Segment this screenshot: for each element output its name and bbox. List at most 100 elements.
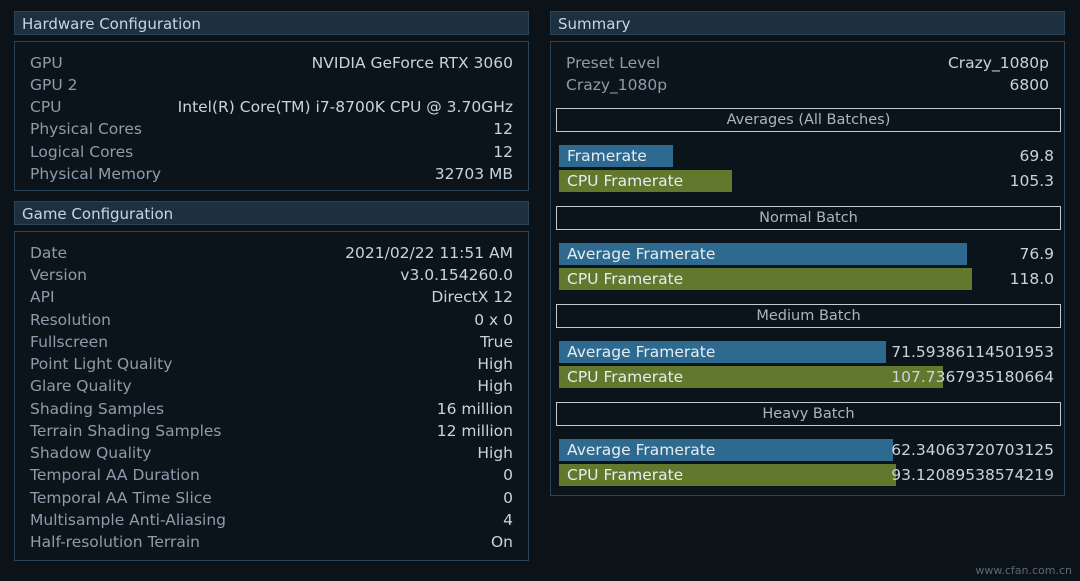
bar-row-heavy-cpu-framerate: CPU Framerate 93.12089538574219 xyxy=(559,464,1054,486)
bar-value: 105.3 xyxy=(1009,172,1054,190)
game-row-resolution: Resolution 0 x 0 xyxy=(15,309,528,331)
game-label: Temporal AA Duration xyxy=(30,466,200,484)
bar-row-averages-cpu-framerate: CPU Framerate 105.3 xyxy=(559,170,1054,192)
bar-row-averages-framerate: Framerate 69.8 xyxy=(559,145,1054,167)
hw-row-gpu: GPU NVIDIA GeForce RTX 3060 xyxy=(15,52,528,74)
bar-row-medium-cpu-framerate: CPU Framerate 107.7367935180664 xyxy=(559,366,1054,388)
game-value: 12 million xyxy=(436,422,513,440)
bar-row-medium-average-framerate: Average Framerate 71.59386114501953 xyxy=(559,341,1054,363)
bar-value: 76.9 xyxy=(1019,245,1054,263)
hw-label: CPU xyxy=(30,98,62,116)
game-value: 0 xyxy=(503,466,513,484)
bar-row-heavy-average-framerate: Average Framerate 62.34063720703125 xyxy=(559,439,1054,461)
game-config-panel: Date 2021/02/22 11:51 AM Version v3.0.15… xyxy=(14,231,529,561)
section-averages-header: Averages (All Batches) xyxy=(556,108,1061,132)
bar-label: CPU Framerate xyxy=(567,368,684,386)
hw-label: GPU xyxy=(30,54,63,72)
game-row-api: API DirectX 12 xyxy=(15,286,528,308)
summary-row-preset-level: Preset Level Crazy_1080p xyxy=(551,52,1064,74)
game-label: Date xyxy=(30,244,68,262)
game-row-temporal-aa-time-slice: Temporal AA Time Slice 0 xyxy=(15,487,528,509)
hardware-config-panel: GPU NVIDIA GeForce RTX 3060 GPU 2 CPU In… xyxy=(14,41,529,191)
game-value: DirectX 12 xyxy=(431,288,513,306)
section-heavy-batch-header: Heavy Batch xyxy=(556,402,1061,426)
hw-row-physical-memory: Physical Memory 32703 MB xyxy=(15,163,528,185)
bar-label: Average Framerate xyxy=(567,441,716,459)
summary-row-score: Crazy_1080p 6800 xyxy=(551,74,1064,96)
game-label: API xyxy=(30,288,55,306)
game-row-glare-quality: Glare Quality High xyxy=(15,375,528,397)
bar-value: 69.8 xyxy=(1019,147,1054,165)
hw-value: 32703 MB xyxy=(434,165,513,183)
game-label: Fullscreen xyxy=(30,333,109,351)
bar-row-normal-cpu-framerate: CPU Framerate 118.0 xyxy=(559,268,1054,290)
bar-value: 118.0 xyxy=(1009,270,1054,288)
section-title: Heavy Batch xyxy=(762,406,855,422)
game-label: Temporal AA Time Slice xyxy=(30,489,212,507)
game-value: 0 xyxy=(503,489,513,507)
bar-value: 62.34063720703125 xyxy=(891,441,1054,459)
bar-label: CPU Framerate xyxy=(567,270,684,288)
hardware-config-header: Hardware Configuration xyxy=(14,11,529,35)
section-title: Medium Batch xyxy=(756,308,861,324)
bar-value: 93.12089538574219 xyxy=(891,466,1054,484)
hw-value: 12 xyxy=(493,143,513,161)
bar-row-normal-average-framerate: Average Framerate 76.9 xyxy=(559,243,1054,265)
summary-title: Summary xyxy=(558,15,631,33)
hw-row-physical-cores: Physical Cores 12 xyxy=(15,118,528,140)
game-row-terrain-shading-samples: Terrain Shading Samples 12 million xyxy=(15,420,528,442)
section-medium-batch-header: Medium Batch xyxy=(556,304,1061,328)
hw-label: Physical Memory xyxy=(30,165,162,183)
game-config-header: Game Configuration xyxy=(14,201,529,225)
section-normal-batch-header: Normal Batch xyxy=(556,206,1061,230)
game-row-shading-samples: Shading Samples 16 million xyxy=(15,398,528,420)
hw-row-logical-cores: Logical Cores 12 xyxy=(15,141,528,163)
hw-value: 12 xyxy=(493,120,513,138)
game-row-fullscreen: Fullscreen True xyxy=(15,331,528,353)
section-title: Normal Batch xyxy=(759,210,858,226)
hw-label: Logical Cores xyxy=(30,143,134,161)
game-row-half-resolution-terrain: Half-resolution Terrain On xyxy=(15,531,528,553)
game-value: 4 xyxy=(503,511,513,529)
game-value: 0 x 0 xyxy=(474,311,513,329)
bar-label: Average Framerate xyxy=(567,245,716,263)
game-value: On xyxy=(490,533,513,551)
bar-label: CPU Framerate xyxy=(567,466,684,484)
summary-value: Crazy_1080p xyxy=(947,54,1049,72)
summary-panel: Preset Level Crazy_1080p Crazy_1080p 680… xyxy=(550,41,1065,496)
game-row-point-light-quality: Point Light Quality High xyxy=(15,353,528,375)
game-label: Glare Quality xyxy=(30,377,132,395)
watermark: www.cfan.com.cn xyxy=(975,564,1072,577)
game-value: High xyxy=(477,355,513,373)
hw-value: NVIDIA GeForce RTX 3060 xyxy=(311,54,513,72)
hw-label: GPU 2 xyxy=(30,76,78,94)
bar-label: CPU Framerate xyxy=(567,172,684,190)
game-label: Resolution xyxy=(30,311,111,329)
summary-label: Preset Level xyxy=(566,54,661,72)
game-row-shadow-quality: Shadow Quality High xyxy=(15,442,528,464)
game-config-title: Game Configuration xyxy=(22,205,174,223)
game-label: Shading Samples xyxy=(30,400,165,418)
game-value: v3.0.154260.0 xyxy=(400,266,513,284)
section-title: Averages (All Batches) xyxy=(726,112,891,128)
game-value: 16 million xyxy=(436,400,513,418)
game-label: Shadow Quality xyxy=(30,444,152,462)
game-row-msaa: Multisample Anti-Aliasing 4 xyxy=(15,509,528,531)
hw-label: Physical Cores xyxy=(30,120,142,138)
game-row-date: Date 2021/02/22 11:51 AM xyxy=(15,242,528,264)
bar-value: 71.59386114501953 xyxy=(891,343,1054,361)
game-value: 2021/02/22 11:51 AM xyxy=(345,244,513,262)
game-label: Point Light Quality xyxy=(30,355,173,373)
hw-row-gpu2: GPU 2 xyxy=(15,74,528,96)
game-label: Multisample Anti-Aliasing xyxy=(30,511,226,529)
game-label: Version xyxy=(30,266,87,284)
summary-value: 6800 xyxy=(1009,76,1049,94)
bar-label: Average Framerate xyxy=(567,343,716,361)
game-label: Half-resolution Terrain xyxy=(30,533,201,551)
game-row-version: Version v3.0.154260.0 xyxy=(15,264,528,286)
game-row-temporal-aa-duration: Temporal AA Duration 0 xyxy=(15,464,528,486)
game-label: Terrain Shading Samples xyxy=(30,422,222,440)
game-value: True xyxy=(480,333,513,351)
bar-label: Framerate xyxy=(567,147,647,165)
bar-value: 107.7367935180664 xyxy=(891,368,1054,386)
